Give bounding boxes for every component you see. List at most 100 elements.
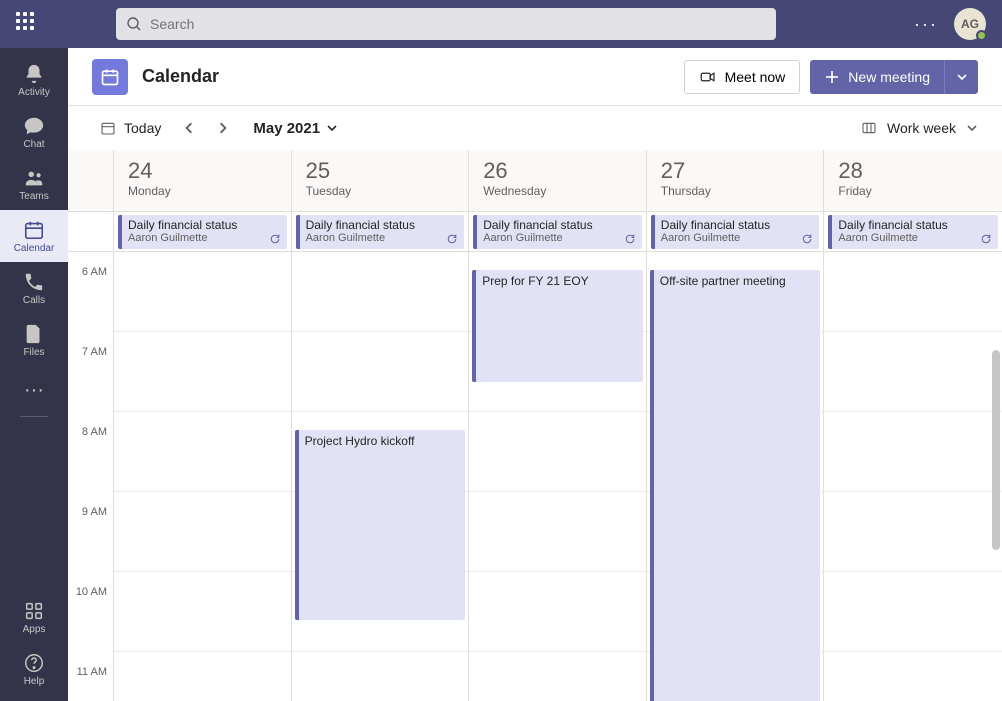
event-organizer: Aaron Guilmette <box>483 232 636 244</box>
rail-apps[interactable]: Apps <box>0 591 68 643</box>
calendar-event[interactable]: Off-site partner meeting <box>650 270 821 701</box>
button-label: New meeting <box>848 69 930 85</box>
allday-event[interactable]: Daily financial status Aaron Guilmette <box>473 215 642 249</box>
day-number: 28 <box>838 160 988 182</box>
rail-more-icon[interactable]: ··· <box>24 370 44 410</box>
day-number: 26 <box>483 160 632 182</box>
chat-icon <box>23 115 45 137</box>
search-icon <box>126 16 142 32</box>
time-label: 9 AM <box>82 506 107 518</box>
meet-now-button[interactable]: Meet now <box>684 60 801 94</box>
allday-event[interactable]: Daily financial status Aaron Guilmette <box>828 215 998 249</box>
time-label: 10 AM <box>76 586 107 598</box>
allday-row[interactable]: Daily financial status Aaron Guilmette <box>824 212 1002 252</box>
scrollbar[interactable] <box>992 350 1000 550</box>
calendar-event[interactable]: Project Hydro kickoff <box>295 430 466 620</box>
hour-slots[interactable]: Prep for FY 21 EOY <box>469 252 646 701</box>
hour-slots[interactable] <box>824 252 1002 701</box>
rail-files[interactable]: Files <box>0 314 68 366</box>
hour-slots[interactable] <box>114 252 291 701</box>
day-header[interactable]: 28 Friday <box>824 150 1002 212</box>
rail-calls[interactable]: Calls <box>0 262 68 314</box>
day-header[interactable]: 26 Wednesday <box>469 150 646 212</box>
help-icon <box>23 652 45 674</box>
calendar-app-icon <box>92 59 128 95</box>
button-label: Meet now <box>725 69 786 85</box>
view-picker[interactable]: Work week <box>861 120 978 136</box>
calendar-event[interactable]: Prep for FY 21 EOY <box>472 270 643 382</box>
allday-row[interactable]: Daily financial status Aaron Guilmette <box>469 212 646 252</box>
view-label: Work week <box>887 120 956 136</box>
presence-indicator <box>976 30 987 41</box>
rail-label: Help <box>24 676 45 687</box>
plus-icon <box>824 69 840 85</box>
allday-row[interactable]: Daily financial status Aaron Guilmette <box>114 212 291 252</box>
time-column: 6 AM 7 AM 8 AM 9 AM 10 AM 11 AM <box>68 150 114 701</box>
event-title: Project Hydro kickoff <box>305 434 460 448</box>
day-header[interactable]: 25 Tuesday <box>292 150 469 212</box>
chevron-left-icon <box>182 121 196 135</box>
day-name: Tuesday <box>306 184 455 198</box>
chevron-down-icon <box>956 71 968 83</box>
settings-more-icon[interactable]: ··· <box>914 14 938 35</box>
day-number: 25 <box>306 160 455 182</box>
teams-icon <box>23 167 45 189</box>
user-avatar[interactable]: AG <box>954 8 986 40</box>
recurring-icon <box>624 233 636 245</box>
rail-calendar[interactable]: Calendar <box>0 210 68 262</box>
time-label: 7 AM <box>82 346 107 358</box>
rail-help[interactable]: Help <box>0 643 68 695</box>
day-column-monday: 24 Monday Daily financial status Aaron G… <box>114 150 292 701</box>
next-week-button[interactable] <box>209 114 237 142</box>
event-title: Off-site partner meeting <box>660 274 815 288</box>
event-title: Daily financial status <box>128 218 281 232</box>
main-content: Calendar Meet now New meeting <box>68 48 1002 701</box>
allday-event[interactable]: Daily financial status Aaron Guilmette <box>118 215 287 249</box>
recurring-icon <box>801 233 813 245</box>
allday-row[interactable]: Daily financial status Aaron Guilmette <box>292 212 469 252</box>
rail-teams[interactable]: Teams <box>0 158 68 210</box>
search-input[interactable] <box>150 16 766 32</box>
recurring-icon <box>269 233 281 245</box>
month-picker[interactable]: May 2021 <box>253 120 338 137</box>
rail-activity[interactable]: Activity <box>0 54 68 106</box>
hour-slots[interactable]: Project Hydro kickoff <box>292 252 469 701</box>
recurring-icon <box>980 233 992 245</box>
allday-event[interactable]: Daily financial status Aaron Guilmette <box>651 215 820 249</box>
rail-label: Calls <box>23 295 45 306</box>
chevron-down-icon <box>326 122 338 134</box>
apps-icon <box>23 600 45 622</box>
event-title: Daily financial status <box>306 218 459 232</box>
rail-label: Chat <box>23 139 44 150</box>
video-icon <box>699 68 717 86</box>
file-icon <box>23 323 45 345</box>
event-organizer: Aaron Guilmette <box>306 232 459 244</box>
view-icon <box>861 120 877 136</box>
time-label: 8 AM <box>82 426 107 438</box>
day-name: Friday <box>838 184 988 198</box>
allday-event[interactable]: Daily financial status Aaron Guilmette <box>296 215 465 249</box>
day-header[interactable]: 24 Monday <box>114 150 291 212</box>
rail-chat[interactable]: Chat <box>0 106 68 158</box>
new-meeting-group: New meeting <box>810 60 978 94</box>
allday-row[interactable]: Daily financial status Aaron Guilmette <box>647 212 824 252</box>
prev-week-button[interactable] <box>175 114 203 142</box>
rail-label: Calendar <box>14 243 55 254</box>
day-name: Thursday <box>661 184 810 198</box>
new-meeting-button[interactable]: New meeting <box>810 60 944 94</box>
days-container: 24 Monday Daily financial status Aaron G… <box>114 150 1002 701</box>
day-header[interactable]: 27 Thursday <box>647 150 824 212</box>
search-box[interactable] <box>116 8 776 40</box>
new-meeting-dropdown[interactable] <box>944 60 978 94</box>
today-button[interactable]: Today <box>92 116 169 140</box>
day-number: 27 <box>661 160 810 182</box>
app-launcher-icon[interactable] <box>16 12 40 36</box>
hour-slots[interactable]: Off-site partner meeting <box>647 252 824 701</box>
rail-label: Teams <box>19 191 48 202</box>
day-name: Monday <box>128 184 277 198</box>
bell-icon <box>23 63 45 85</box>
chevron-right-icon <box>216 121 230 135</box>
page-title: Calendar <box>142 66 219 87</box>
phone-icon <box>23 271 45 293</box>
calendar-header: Calendar Meet now New meeting <box>68 48 1002 106</box>
